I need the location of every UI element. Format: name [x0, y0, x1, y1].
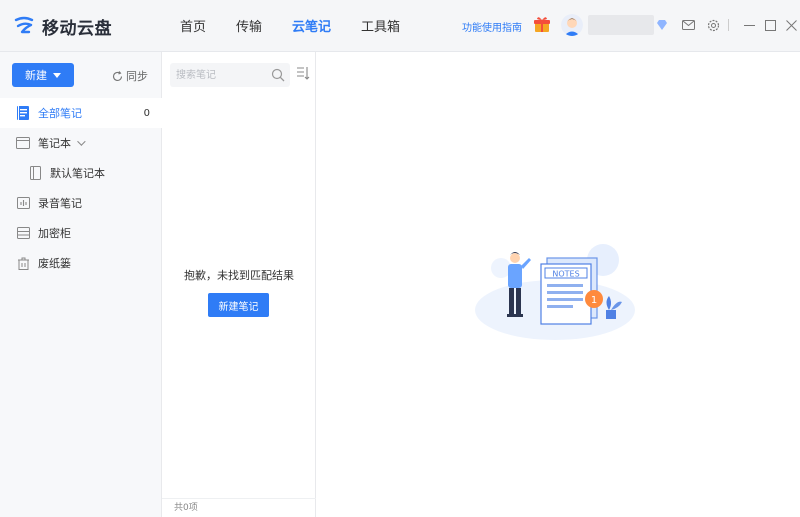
- trash-icon: [16, 256, 30, 270]
- sidebar-item-all-notes[interactable]: 全部笔记 0: [0, 98, 162, 128]
- sidebar-item-label: 加密柜: [38, 227, 71, 240]
- nav-transfer[interactable]: 传输: [236, 16, 262, 35]
- app-logo: 移动云盘: [12, 13, 112, 39]
- notes-list-panel: 抱歉，未找到匹配结果 新建笔记 共0项: [162, 52, 316, 517]
- total-count: 共0项: [174, 503, 198, 513]
- search-input[interactable]: [170, 64, 266, 86]
- sidebar-item-notebooks[interactable]: 笔记本: [0, 128, 162, 158]
- top-nav: 首页 传输 云笔记 工具箱: [180, 16, 430, 35]
- default-notebook-icon: [28, 166, 42, 180]
- chevron-down-icon[interactable]: [77, 137, 86, 146]
- safe-icon: [16, 226, 30, 240]
- vip-diamond-icon[interactable]: [654, 17, 670, 33]
- sidebar-item-safe[interactable]: 加密柜: [0, 218, 162, 248]
- audio-note-icon: [16, 196, 30, 210]
- cloud-logo-icon: [14, 16, 34, 34]
- username-placeholder[interactable]: [588, 15, 654, 35]
- nav-toolbox[interactable]: 工具箱: [361, 16, 400, 35]
- sidebar-item-label: 默认笔记本: [50, 167, 105, 180]
- close-icon[interactable]: [783, 17, 799, 33]
- nav-home[interactable]: 首页: [180, 16, 206, 35]
- notes-count: 0: [143, 107, 150, 119]
- empty-message: 抱歉，未找到匹配结果: [184, 269, 294, 282]
- title-divider: [726, 17, 732, 33]
- notes-badge: 1: [591, 295, 597, 306]
- sidebar: 新建 同步 全部笔记 0 笔记本 默认笔记本 录音笔记 加密柜 废纸篓: [0, 52, 162, 517]
- notebook-icon: [16, 136, 30, 150]
- sync-icon: [112, 70, 123, 81]
- sidebar-item-label: 笔记本: [38, 137, 71, 150]
- divider: [162, 498, 316, 499]
- sidebar-item-audio-notes[interactable]: 录音笔记: [0, 188, 162, 218]
- gift-icon[interactable]: [533, 15, 551, 33]
- settings-icon[interactable]: [705, 17, 721, 33]
- new-note-button[interactable]: 新建笔记: [208, 293, 269, 317]
- new-button-label: 新建: [25, 69, 47, 82]
- sync-button[interactable]: 同步: [112, 68, 148, 84]
- sidebar-item-label: 废纸篓: [38, 257, 71, 270]
- sidebar-list: 全部笔记 0 笔记本 默认笔记本 录音笔记 加密柜 废纸篓: [0, 98, 162, 278]
- caret-down-icon: [53, 72, 61, 78]
- search-icon[interactable]: [271, 68, 285, 82]
- app-name: 移动云盘: [42, 18, 112, 39]
- mail-icon[interactable]: [680, 17, 696, 33]
- sync-label: 同步: [126, 70, 148, 83]
- search-box: [170, 63, 290, 87]
- sidebar-item-trash[interactable]: 废纸篓: [0, 248, 162, 278]
- notes-label: NOTES: [552, 270, 579, 279]
- feature-guide-link[interactable]: 功能使用指南: [462, 19, 522, 34]
- sidebar-item-label: 全部笔记: [38, 107, 82, 120]
- nav-cloud-notes[interactable]: 云笔记: [292, 16, 331, 35]
- empty-notes-illustration: NOTES 1: [475, 244, 635, 340]
- sidebar-item-default-notebook[interactable]: 默认笔记本: [0, 158, 162, 188]
- avatar[interactable]: [561, 14, 583, 36]
- note-content-area: NOTES 1: [317, 52, 800, 517]
- title-bar: 移动云盘 首页 传输 云笔记 工具箱 功能使用指南: [0, 0, 800, 52]
- new-button[interactable]: 新建: [12, 63, 74, 87]
- all-notes-icon: [16, 106, 30, 120]
- sort-icon[interactable]: [296, 65, 310, 81]
- minimize-icon[interactable]: [741, 17, 757, 33]
- maximize-icon[interactable]: [762, 17, 778, 33]
- sidebar-item-label: 录音笔记: [38, 197, 82, 210]
